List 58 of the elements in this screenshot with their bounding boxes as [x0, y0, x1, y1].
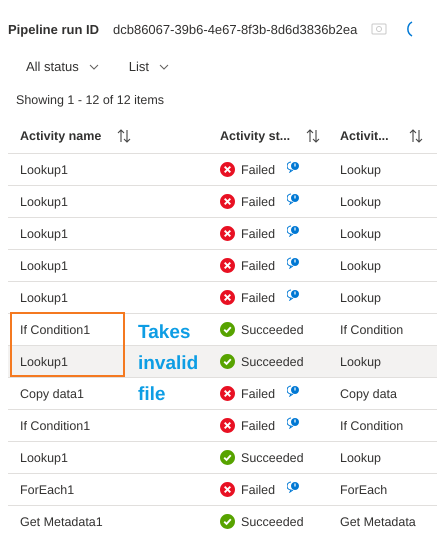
- activity-name: Lookup1: [20, 258, 68, 272]
- activity-type: ForEach: [340, 482, 388, 496]
- column-header[interactable]: Activity st...: [220, 129, 290, 143]
- message-icon[interactable]: [287, 480, 300, 492]
- activity-name: Lookup1: [20, 450, 68, 464]
- activity-type: Lookup: [340, 290, 382, 304]
- message-icon[interactable]: [287, 224, 300, 236]
- status-text: Succeeded: [241, 354, 304, 368]
- activity-type: Lookup: [340, 354, 382, 368]
- run-id-value: dcb86067-39b6-4e67-8f3b-8d6d3836b2ea: [113, 22, 358, 36]
- status-text: Failed: [241, 290, 276, 304]
- activity-type: If Condition: [340, 418, 404, 432]
- status-text: Succeeded: [241, 514, 304, 528]
- activity-type: Copy data: [340, 386, 397, 400]
- activity-name: If Condition1: [20, 418, 90, 432]
- status-text: Succeeded: [241, 450, 304, 464]
- status-text: Failed: [241, 162, 276, 176]
- filter-dropdown[interactable]: All status: [26, 59, 99, 74]
- activity-name: Lookup1: [20, 354, 68, 368]
- activity-type: If Condition: [340, 322, 404, 336]
- activity-type: Lookup: [340, 258, 382, 272]
- message-icon[interactable]: [287, 416, 300, 428]
- message-icon[interactable]: [287, 384, 300, 396]
- activity-name: Lookup1: [20, 162, 68, 176]
- activity-name: Lookup1: [20, 290, 68, 304]
- run-id-label: Pipeline run ID: [8, 22, 100, 36]
- sort-icon[interactable]: [117, 129, 132, 143]
- activity-type: Lookup: [340, 450, 382, 464]
- activity-type: Lookup: [340, 162, 382, 176]
- item-count: Showing 1 - 12 of 12 items: [15, 92, 165, 107]
- sort-icon[interactable]: [408, 129, 423, 143]
- column-header[interactable]: Activit...: [340, 129, 389, 143]
- status-text: Failed: [241, 226, 276, 240]
- message-icon[interactable]: [287, 160, 300, 172]
- status-text: Failed: [241, 194, 276, 208]
- message-icon[interactable]: [287, 256, 300, 268]
- activity-name: Lookup1: [20, 226, 68, 240]
- activity-name: If Condition1: [20, 322, 90, 336]
- column-header[interactable]: Activity name: [20, 129, 102, 143]
- status-text: Failed: [241, 418, 276, 432]
- filter-dropdown[interactable]: List: [128, 59, 169, 74]
- chevron-down-icon: [158, 64, 169, 70]
- activity-name: Lookup1: [20, 194, 68, 208]
- status-text: Failed: [241, 386, 276, 400]
- activity-name: ForEach1: [20, 482, 74, 496]
- message-icon[interactable]: [287, 288, 300, 300]
- chevron-down-icon: [88, 64, 99, 70]
- sort-icon[interactable]: [306, 129, 320, 143]
- message-icon[interactable]: [287, 192, 300, 204]
- status-text: Succeeded: [241, 322, 304, 336]
- annotation-text: Takes invalid file: [138, 321, 200, 407]
- status-text: Failed: [241, 482, 276, 496]
- status-text: Failed: [241, 258, 276, 272]
- activity-type: Lookup: [340, 226, 382, 240]
- activity-type: Get Metadata: [340, 514, 416, 528]
- activity-name: Copy data1: [20, 386, 84, 400]
- activity-type: Lookup: [340, 194, 382, 208]
- activity-name: Get Metadata1: [20, 514, 103, 528]
